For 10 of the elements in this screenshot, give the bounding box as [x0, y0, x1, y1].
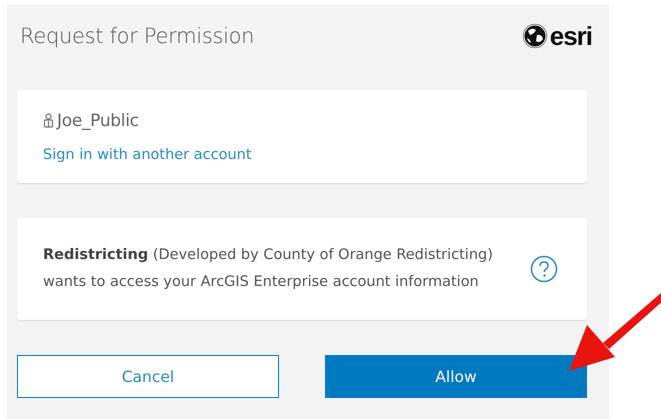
permission-message: Redistricting (Developed by County of Orange Redistricting) wants to access your ArcGIS Enterprise account information: [43, 246, 494, 292]
globe-icon: [522, 23, 548, 49]
allow-button[interactable]: Allow: [325, 355, 587, 398]
help-icon[interactable]: [530, 255, 558, 283]
sign-in-link[interactable]: Sign in with another account: [43, 146, 252, 162]
logo-text: esri: [550, 20, 592, 52]
user-icon: [43, 113, 54, 128]
dialog-title: Request for Permission: [20, 24, 254, 48]
cancel-button[interactable]: Cancel: [17, 355, 279, 398]
username: Joe_Public: [57, 110, 139, 130]
